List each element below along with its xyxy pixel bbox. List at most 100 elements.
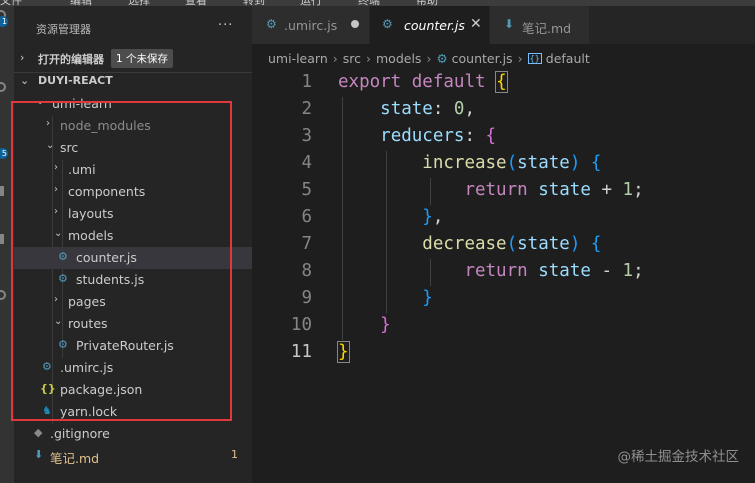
line-number: 10 xyxy=(290,315,312,335)
breadcrumb-item[interactable]: models xyxy=(376,51,421,66)
tree-item-label: routes xyxy=(68,316,108,331)
gear-icon: ⚙ xyxy=(42,360,52,373)
line-text: } xyxy=(337,341,350,363)
tree-file-students-js[interactable]: ⚙ students.js xyxy=(14,269,252,291)
activity-bar: 1 5 xyxy=(0,6,14,483)
git-icon: ◆ xyxy=(34,426,43,439)
account-activity-icon[interactable] xyxy=(0,290,6,300)
object-symbol-icon: {} xyxy=(527,53,542,64)
tree-item-label: students.js xyxy=(76,272,145,287)
tree-folder-umi[interactable]: › .umi xyxy=(14,159,252,181)
tree-file-privaterouter-js[interactable]: ⚙ PrivateRouter.js xyxy=(14,335,252,357)
tree-item-label: yarn.lock xyxy=(60,404,118,419)
code-line: 5 return state + 1; xyxy=(252,178,755,205)
breadcrumb-item[interactable]: counter.js xyxy=(452,51,513,66)
chevron-right-icon: › xyxy=(332,51,338,66)
tree-file-package-json[interactable]: {} package.json xyxy=(14,379,252,401)
gear-icon: ⚙ xyxy=(266,17,277,31)
tree-folder-node-modules[interactable]: › node_modules xyxy=(14,115,252,137)
line-number: 1 xyxy=(301,72,312,92)
editor-group: ⚙ .umirc.js ⚙ counter.js ✕ ⬇ 笔记.md umi-l… xyxy=(252,6,755,483)
explorer-title: 资源管理器 xyxy=(36,23,91,36)
tree-file-yarn-lock[interactable]: ♞ yarn.lock xyxy=(14,401,252,423)
chevron-right-icon: › xyxy=(46,118,50,129)
code-line: 10 } xyxy=(252,313,755,340)
tree-file-notes-md[interactable]: ⬇ 笔记.md 1 xyxy=(14,445,252,467)
tree-item-label: .umi xyxy=(68,162,96,177)
breadcrumb-item[interactable]: umi-learn xyxy=(268,51,328,66)
chevron-down-icon: ⌄ xyxy=(36,96,45,107)
tree-folder-src[interactable]: ⌄ src xyxy=(14,137,252,159)
workspace-section[interactable]: ⌄ DUYI-REACT xyxy=(14,70,252,92)
tree-item-label: src xyxy=(60,140,79,155)
line-text: export default { xyxy=(338,71,508,93)
chevron-right-icon: › xyxy=(20,51,25,64)
code-line: 8 return state - 1; xyxy=(252,259,755,286)
gear-icon: ⚙ xyxy=(382,17,393,31)
tree-item-label: PrivateRouter.js xyxy=(76,338,174,353)
tab-counter-js[interactable]: ⚙ counter.js ✕ xyxy=(370,6,490,44)
line-text: increase(state) { xyxy=(422,153,602,173)
tree-item-label: layouts xyxy=(68,206,114,221)
more-actions-icon[interactable]: ··· xyxy=(218,18,233,33)
code-line: 11 } xyxy=(252,340,755,367)
remote-activity-icon[interactable] xyxy=(0,234,4,244)
line-number: 5 xyxy=(301,180,312,200)
workspace-label: DUYI-REACT xyxy=(38,74,113,87)
tree-item-label: package.json xyxy=(60,382,143,397)
tree-item-label: models xyxy=(68,228,114,243)
tree-file-counter-js[interactable]: ⚙ counter.js xyxy=(14,247,252,269)
unsaved-dot-icon[interactable] xyxy=(351,20,359,28)
tree-folder-umi-learn[interactable]: ⌄ umi-learn xyxy=(14,93,252,115)
line-text: }, xyxy=(422,207,444,227)
tree-item-label: node_modules xyxy=(60,118,151,133)
breadcrumb-item[interactable]: default xyxy=(546,51,590,66)
breadcrumb-item[interactable]: src xyxy=(343,51,361,66)
tree-folder-layouts[interactable]: › layouts xyxy=(14,203,252,225)
tab-label: 笔记.md xyxy=(522,21,572,36)
line-number: 3 xyxy=(301,126,312,146)
gear-icon: ⚙ xyxy=(58,250,68,263)
explorer-sidebar: 资源管理器 ··· › 打开的编辑器 1 个未保存 ⌄ DUYI-REACT ⌄… xyxy=(14,6,252,483)
chevron-right-icon: › xyxy=(517,51,523,66)
line-text: } xyxy=(422,288,433,308)
tree-item-label: 笔记.md xyxy=(50,451,100,466)
tree-item-label: pages xyxy=(68,294,106,309)
open-editors-section[interactable]: › 打开的编辑器 1 个未保存 xyxy=(14,47,252,69)
line-text: decrease(state) { xyxy=(422,234,602,254)
code-line: 1 export default { xyxy=(252,70,755,97)
search-activity-icon[interactable] xyxy=(0,82,6,92)
chevron-right-icon: › xyxy=(426,51,432,66)
line-text: return state + 1; xyxy=(464,180,644,200)
line-number: 2 xyxy=(301,99,312,119)
unsaved-badge: 1 个未保存 xyxy=(111,49,174,68)
tab-umirc-js[interactable]: ⚙ .umirc.js xyxy=(252,6,370,44)
line-number: 6 xyxy=(301,207,312,227)
tree-folder-models[interactable]: ⌄ models xyxy=(14,225,252,247)
chevron-right-icon: › xyxy=(54,162,58,173)
chevron-right-icon: › xyxy=(54,184,58,195)
tree-folder-routes[interactable]: ⌄ routes xyxy=(14,313,252,335)
chevron-right-icon: › xyxy=(366,51,371,66)
breadcrumb: umi-learn › src › models › ⚙ counter.js › {} defau… xyxy=(268,51,590,66)
json-braces-icon: {} xyxy=(40,382,56,395)
tree-item-label: .umirc.js xyxy=(60,360,114,375)
close-icon[interactable]: ✕ xyxy=(470,16,482,32)
code-line: 9 } xyxy=(252,286,755,313)
line-number: 9 xyxy=(301,288,312,308)
tab-notes-md[interactable]: ⬇ 笔记.md xyxy=(490,6,590,44)
chevron-down-icon: ⌄ xyxy=(20,74,30,87)
code-line: 2 state: 0, xyxy=(252,97,755,124)
line-number: 11 xyxy=(290,342,312,362)
markdown-icon: ⬇ xyxy=(504,17,515,31)
tree-folder-components[interactable]: › components xyxy=(14,181,252,203)
run-activity-icon[interactable] xyxy=(0,186,4,196)
tree-file-umirc-js[interactable]: ⚙ .umirc.js xyxy=(14,357,252,379)
yarn-icon: ♞ xyxy=(42,404,52,417)
chevron-down-icon: ⌄ xyxy=(54,316,63,327)
gear-icon: ⚙ xyxy=(58,338,68,351)
tree-file-gitignore[interactable]: ◆ .gitignore xyxy=(14,423,252,445)
tree-folder-pages[interactable]: › pages xyxy=(14,291,252,313)
code-line: 4 increase(state) { xyxy=(252,151,755,178)
tree-item-label: components xyxy=(68,184,146,199)
